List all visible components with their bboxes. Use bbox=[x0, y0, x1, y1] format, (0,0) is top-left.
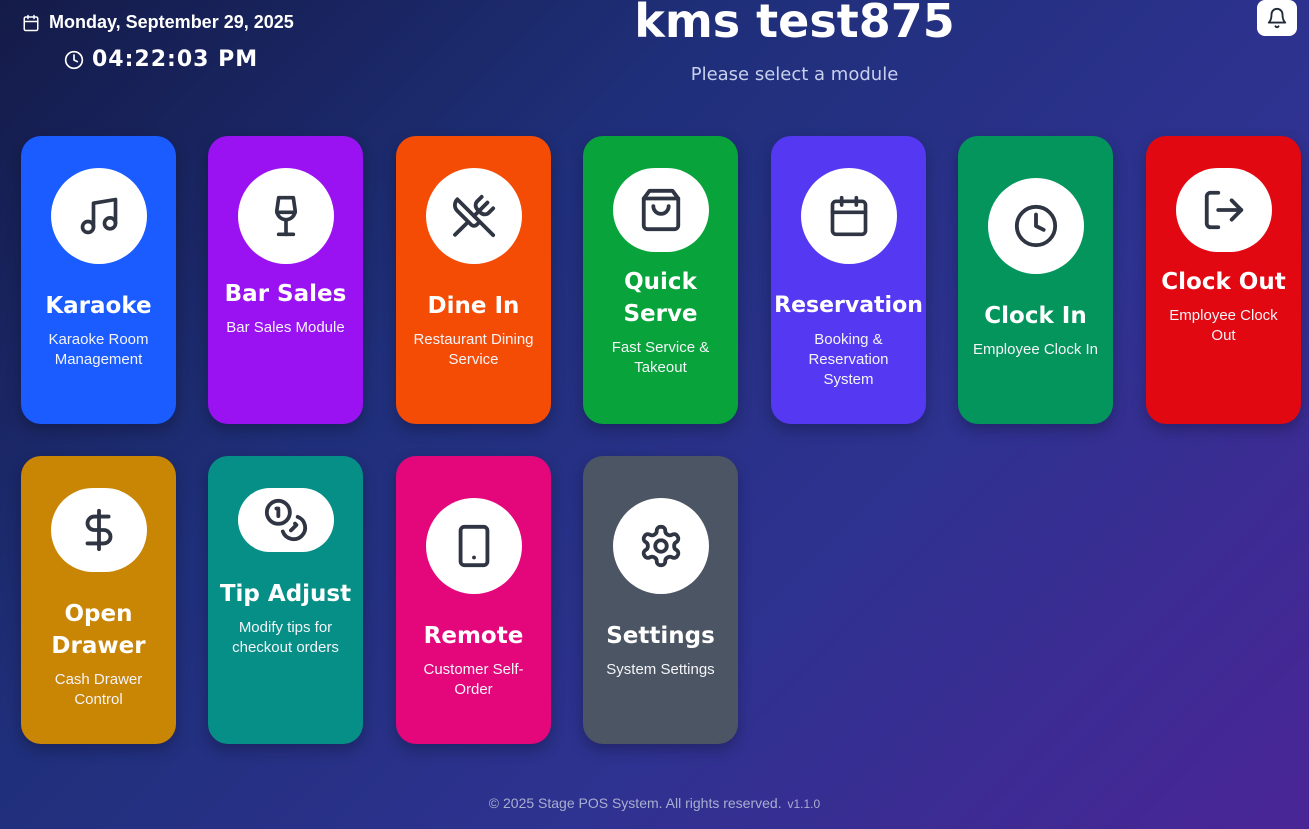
footer: © 2025 Stage POS System. All rights rese… bbox=[0, 795, 1309, 811]
module-description: Customer Self-Order bbox=[423, 661, 524, 698]
coins-icon bbox=[263, 497, 309, 543]
module-name: Quick Serve bbox=[623, 269, 698, 327]
icon-circle bbox=[612, 498, 709, 594]
module-name: Tip Adjust bbox=[219, 581, 352, 607]
tablet-icon bbox=[451, 523, 497, 569]
module-name: Reservation bbox=[774, 293, 923, 318]
module-description: Employee Clock In bbox=[972, 341, 1099, 358]
module-description: Cash Drawer Control bbox=[54, 671, 143, 708]
module-description: Modify tips for checkout orders bbox=[232, 619, 339, 656]
page-header: kms test875 Please select a module bbox=[0, 0, 1309, 100]
icon-circle bbox=[425, 498, 522, 594]
module-description: Booking & Reservation System bbox=[808, 331, 889, 388]
icon-circle bbox=[987, 178, 1084, 274]
notifications-button[interactable] bbox=[1257, 0, 1297, 36]
icon-circle bbox=[1175, 168, 1272, 252]
icon-circle bbox=[50, 488, 147, 572]
bell-icon bbox=[1266, 7, 1288, 29]
module-tile-settings[interactable]: Settings System Settings bbox=[583, 456, 738, 744]
module-name: Karaoke bbox=[45, 293, 152, 319]
icon-circle bbox=[425, 168, 522, 264]
module-name: Clock Out bbox=[1161, 269, 1286, 295]
module-description: Bar Sales Module bbox=[226, 319, 345, 336]
module-description: Karaoke Room Management bbox=[48, 331, 149, 368]
module-tile-clock-out[interactable]: Clock Out Employee Clock Out bbox=[1146, 136, 1301, 424]
module-description: Fast Service & Takeout bbox=[611, 339, 710, 376]
module-tile-reservation[interactable]: Reservation Booking & Reservation System bbox=[771, 136, 926, 424]
module-name: Open Drawer bbox=[51, 601, 146, 659]
module-tile-open-drawer[interactable]: Open Drawer Cash Drawer Control bbox=[21, 456, 176, 744]
calendar-icon bbox=[827, 194, 871, 238]
module-name: Settings bbox=[606, 623, 715, 649]
log-out-icon bbox=[1201, 187, 1247, 233]
module-name: Bar Sales bbox=[224, 281, 347, 307]
wine-glass-icon bbox=[264, 194, 308, 238]
icon-circle bbox=[612, 168, 709, 252]
version-text: v1.1.0 bbox=[787, 797, 821, 811]
module-tile-karaoke[interactable]: Karaoke Karaoke Room Management bbox=[21, 136, 176, 424]
module-tile-tip-adjust[interactable]: Tip Adjust Modify tips for checkout orde… bbox=[208, 456, 363, 744]
icon-circle bbox=[237, 168, 334, 264]
page-title: kms test875 bbox=[634, 0, 955, 48]
module-description: System Settings bbox=[606, 661, 715, 678]
copyright-text: © 2025 Stage POS System. All rights rese… bbox=[488, 795, 782, 811]
module-tile-bar-sales[interactable]: Bar Sales Bar Sales Module bbox=[208, 136, 363, 424]
module-tile-remote[interactable]: Remote Customer Self-Order bbox=[396, 456, 551, 744]
utensils-crossed-icon bbox=[451, 193, 497, 239]
shopping-bag-icon bbox=[638, 187, 684, 233]
module-name: Dine In bbox=[427, 293, 520, 319]
module-tile-dine-in[interactable]: Dine In Restaurant Dining Service bbox=[396, 136, 551, 424]
page-subtitle: Please select a module bbox=[690, 64, 899, 85]
music-note-icon bbox=[77, 194, 121, 238]
module-description: Restaurant Dining Service bbox=[413, 331, 534, 368]
gear-icon bbox=[638, 523, 684, 569]
module-description: Employee Clock Out bbox=[1169, 307, 1278, 344]
icon-circle bbox=[800, 168, 897, 264]
module-tile-clock-in[interactable]: Clock In Employee Clock In bbox=[958, 136, 1113, 424]
dollar-sign-icon bbox=[76, 507, 122, 553]
module-name: Remote bbox=[423, 623, 524, 649]
module-tile-quick-serve[interactable]: Quick Serve Fast Service & Takeout bbox=[583, 136, 738, 424]
icon-circle bbox=[237, 488, 334, 552]
icon-circle bbox=[50, 168, 147, 264]
module-name: Clock In bbox=[984, 303, 1087, 329]
clock-icon bbox=[1013, 203, 1059, 249]
